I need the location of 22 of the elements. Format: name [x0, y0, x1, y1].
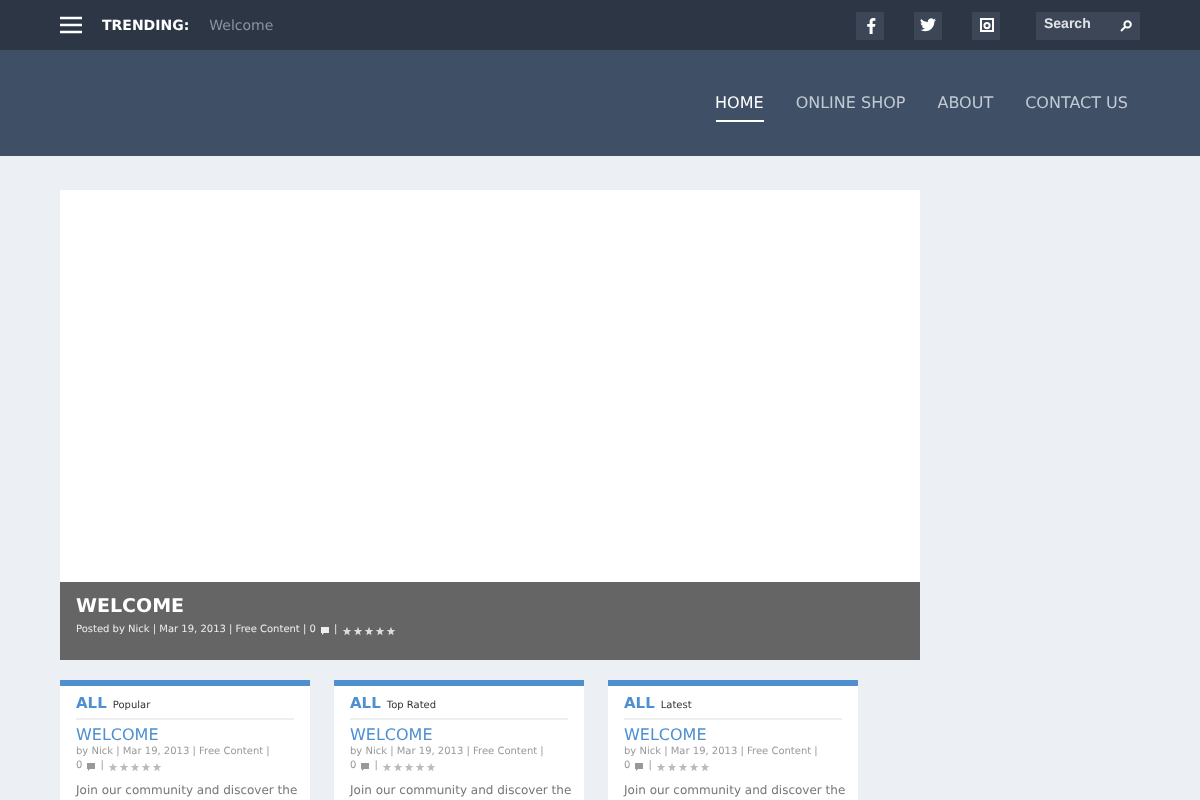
rating-stars-drawing	[381, 761, 436, 771]
nav-link[interactable]: CONTACT US	[1025, 85, 1128, 121]
rating-stars-drawing	[655, 761, 710, 771]
comment-icon	[86, 761, 97, 771]
comment-icon	[360, 761, 371, 771]
post-title[interactable]: WELCOME	[76, 596, 904, 618]
facebook-icon[interactable]	[856, 11, 884, 39]
camera-icon[interactable]	[972, 11, 1000, 39]
post-title[interactable]: WELCOME	[76, 726, 294, 744]
comment-icon	[319, 625, 330, 635]
post-title[interactable]: WELCOME	[624, 726, 842, 744]
nav-link[interactable]: ONLINE SHOP	[795, 85, 906, 121]
rating-stars-drawing	[107, 761, 162, 771]
search-button[interactable]	[1120, 11, 1140, 39]
rating-stars-drawing	[341, 625, 396, 635]
twitter-icon[interactable]	[914, 11, 942, 39]
nav-link[interactable]: HOME	[715, 85, 764, 121]
nav-link[interactable]: ABOUT	[937, 85, 994, 121]
menu-icon[interactable]	[60, 16, 82, 34]
search-icon[interactable]	[1120, 19, 1132, 31]
post-title[interactable]: WELCOME	[350, 726, 568, 744]
comment-icon	[634, 761, 645, 771]
